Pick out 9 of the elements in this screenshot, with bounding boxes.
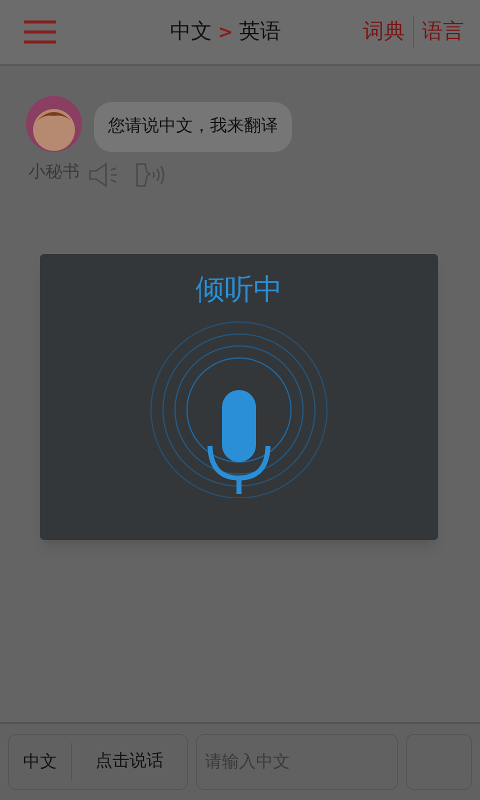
arrow-label: > (218, 20, 234, 44)
target-language[interactable]: 英语 (239, 16, 282, 48)
language-toggle[interactable]: 中文 (9, 743, 72, 781)
header-action[interactable]: 词典 (355, 16, 413, 48)
source-language[interactable]: 中文 (170, 16, 212, 48)
message-bubble: 您请说中文，我来翻译 (94, 102, 292, 152)
dialog-title: 倾听中 (196, 271, 282, 308)
speak-button[interactable]: 点击说话 (72, 749, 187, 775)
header-action[interactable]: 语言 (413, 16, 472, 48)
